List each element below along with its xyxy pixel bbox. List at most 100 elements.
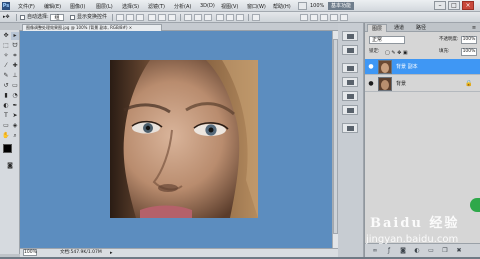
distribute-top-icon[interactable] xyxy=(184,14,192,21)
tab-layers[interactable]: 图层 xyxy=(367,24,387,32)
eyedropper-icon[interactable]: ⁄ xyxy=(2,62,10,70)
dodge-tool-icon[interactable]: ◐ xyxy=(2,102,10,110)
side-widget-icon[interactable] xyxy=(470,198,480,212)
document-tab[interactable]: 图像调整处理效果图.jpg @ 100% (背景 副本, RGB/8#) × xyxy=(22,24,162,31)
healing-brush-icon[interactable]: ✚ xyxy=(11,62,19,70)
menu-view[interactable]: 视图(V) xyxy=(221,3,238,10)
type-tool-icon[interactable]: T xyxy=(2,112,10,120)
3d-roll-icon[interactable] xyxy=(310,14,318,21)
eraser-tool-icon[interactable]: ▭ xyxy=(11,82,19,90)
actions-panel-icon[interactable] xyxy=(342,45,358,55)
move-tool-icon[interactable]: ▸✥ xyxy=(3,14,10,21)
bridge-icon[interactable] xyxy=(298,2,307,10)
menu-3d[interactable]: 3D(D) xyxy=(200,3,215,9)
eye-icon[interactable]: ● xyxy=(367,80,375,88)
crop-tool-icon[interactable]: ⌗ xyxy=(11,52,19,60)
status-arrow-icon[interactable]: ▸ xyxy=(110,249,113,257)
minimize-button[interactable]: – xyxy=(434,1,446,10)
layer-row[interactable]: ● 背景 🔒 xyxy=(365,76,480,92)
swatches-panel-icon[interactable] xyxy=(342,77,358,87)
menu-filter[interactable]: 滤镜(T) xyxy=(148,3,165,10)
zoom-level[interactable]: 100% xyxy=(310,3,324,9)
tab-paths[interactable]: 路径 xyxy=(411,24,431,32)
auto-align-icon[interactable] xyxy=(252,14,260,21)
clone-stamp-icon[interactable]: ⊥ xyxy=(11,72,19,80)
watermark-url: jingyan.baidu.com xyxy=(366,234,459,245)
3d-rotate-icon[interactable] xyxy=(300,14,308,21)
blend-mode-select[interactable]: 正常 xyxy=(369,36,405,44)
fill-label: 填充: xyxy=(439,49,450,54)
align-bottom-icon[interactable] xyxy=(136,14,144,21)
3d-scale-icon[interactable] xyxy=(340,14,348,21)
opacity-input[interactable]: 100% xyxy=(461,36,477,44)
document-tab-bar: 图像调整处理效果图.jpg @ 100% (背景 副本, RGB/8#) × xyxy=(20,23,340,31)
arrow-tool-icon[interactable]: ▸ xyxy=(11,32,19,40)
tab-channels[interactable]: 通道 xyxy=(389,24,409,32)
styles-panel-icon[interactable] xyxy=(342,91,358,101)
workspace-button[interactable]: 基本功能 xyxy=(328,2,354,10)
auto-select-dropdown[interactable]: 组 xyxy=(50,14,64,21)
panel-menu-icon[interactable]: ≡ xyxy=(469,24,479,32)
options-bar: ▸✥ 自动选择: 组 显示变换控件 xyxy=(0,12,480,23)
fill-input[interactable]: 100% xyxy=(461,48,477,56)
menu-window[interactable]: 窗口(W) xyxy=(247,3,266,10)
layer-thumbnail xyxy=(378,60,392,74)
menu-file[interactable]: 文件(F) xyxy=(18,3,35,10)
layer-name[interactable]: 背景 副本 xyxy=(396,63,418,71)
hand-tool-icon[interactable]: ✋ xyxy=(2,132,10,140)
magic-wand-icon[interactable]: ✧ xyxy=(2,52,10,60)
history-panel-icon[interactable] xyxy=(342,31,358,41)
quick-mask-icon[interactable]: ◙ xyxy=(6,162,14,170)
foreground-color-swatch[interactable] xyxy=(3,144,12,153)
distribute-left-icon[interactable] xyxy=(216,14,224,21)
marquee-tool-icon[interactable]: ⬚ xyxy=(2,42,10,50)
eye-icon[interactable]: ● xyxy=(367,63,375,71)
lasso-tool-icon[interactable]: ᗢ xyxy=(11,42,19,50)
menu-layer[interactable]: 图层(L) xyxy=(96,3,113,10)
adjustments-panel-icon[interactable] xyxy=(342,105,358,115)
tools-panel: ✥ ▸ ⬚ ᗢ ✧ ⌗ ⁄ ✚ ✎ ⊥ ↺ ▭ ▮ ◔ ◐ ✒ T ➤ ▭ ◈ … xyxy=(0,30,20,254)
masks-panel-icon[interactable] xyxy=(342,123,358,133)
pen-tool-icon[interactable]: ✒ xyxy=(11,102,19,110)
layer-thumbnail xyxy=(378,77,392,91)
align-left-icon[interactable] xyxy=(148,14,156,21)
distribute-vcenter-icon[interactable] xyxy=(194,14,202,21)
close-button[interactable]: × xyxy=(462,1,474,10)
align-vcenter-icon[interactable] xyxy=(126,14,134,21)
auto-select-label: 自动选择: xyxy=(27,14,49,20)
distribute-bottom-icon[interactable] xyxy=(204,14,212,21)
history-brush-icon[interactable]: ↺ xyxy=(2,82,10,90)
move-tool-icon[interactable]: ✥ xyxy=(2,32,10,40)
distribute-hcenter-icon[interactable] xyxy=(226,14,234,21)
3d-object-icon[interactable]: ◈ xyxy=(11,122,19,130)
portrait-illustration xyxy=(110,60,258,218)
align-hcenter-icon[interactable] xyxy=(158,14,166,21)
3d-slide-icon[interactable] xyxy=(330,14,338,21)
maximize-button[interactable]: □ xyxy=(448,1,460,10)
menu-help[interactable]: 帮助(H) xyxy=(273,3,291,10)
3d-drag-icon[interactable] xyxy=(320,14,328,21)
show-transform-checkbox[interactable] xyxy=(70,15,75,20)
color-panel-icon[interactable] xyxy=(342,63,358,73)
blur-tool-icon[interactable]: ◔ xyxy=(11,92,19,100)
brush-tool-icon[interactable]: ✎ xyxy=(2,72,10,80)
distribute-right-icon[interactable] xyxy=(236,14,244,21)
menu-select[interactable]: 选择(S) xyxy=(122,3,139,10)
shape-tool-icon[interactable]: ▭ xyxy=(2,122,10,130)
align-right-icon[interactable] xyxy=(168,14,176,21)
divider xyxy=(180,14,181,21)
watermark: Baidu 经验 jingyan.baidu.com xyxy=(348,210,480,250)
align-top-icon[interactable] xyxy=(116,14,124,21)
gradient-tool-icon[interactable]: ▮ xyxy=(2,92,10,100)
zoom-tool-icon[interactable]: ⌕ xyxy=(11,132,19,140)
menu-analysis[interactable]: 分析(A) xyxy=(174,3,191,10)
menu-image[interactable]: 图像(I) xyxy=(70,3,85,10)
menu-edit[interactable]: 编辑(E) xyxy=(44,3,61,10)
lock-icons[interactable]: ▢ ✎ ✥ ▣ xyxy=(385,50,408,56)
path-select-icon[interactable]: ➤ xyxy=(11,112,19,120)
status-zoom[interactable]: 100% xyxy=(23,249,37,256)
layer-name[interactable]: 背景 xyxy=(396,80,406,88)
layers-panel-tabs: 图层 通道 路径 ≡ xyxy=(365,23,480,32)
auto-select-checkbox[interactable] xyxy=(20,15,25,20)
layer-row[interactable]: ● 背景 副本 xyxy=(365,59,480,75)
